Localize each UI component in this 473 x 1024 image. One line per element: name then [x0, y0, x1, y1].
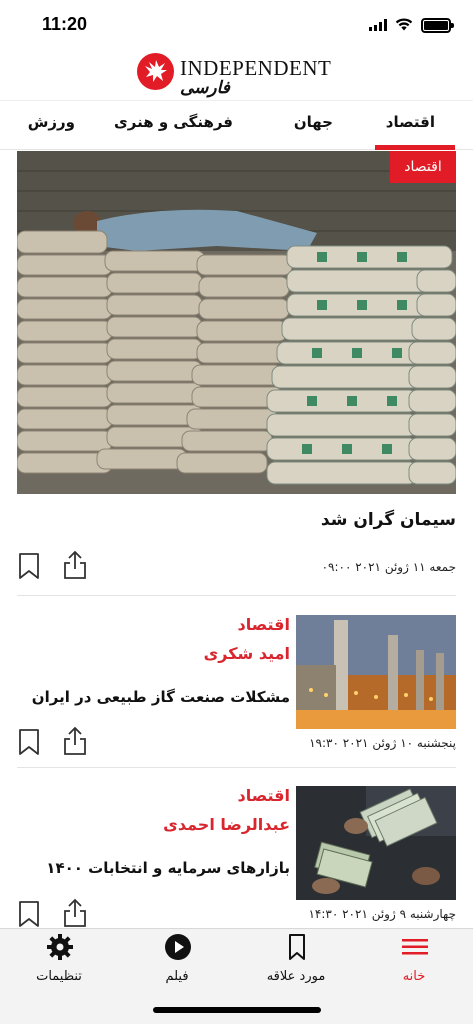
wifi-icon — [395, 16, 413, 35]
divider — [17, 767, 456, 768]
gear-icon — [46, 933, 74, 961]
article-title[interactable]: بازارهای سرمایه و انتخابات ۱۴۰۰ — [46, 859, 290, 877]
menu-icon — [401, 933, 429, 961]
nav-settings-label: تنظیمات — [36, 969, 82, 984]
share-icon[interactable] — [62, 550, 88, 580]
featured-image[interactable]: اقتصاد — [17, 151, 456, 494]
nav-favorites[interactable]: مورد علاقه — [237, 929, 355, 999]
nav-home-label: خانه — [402, 969, 426, 984]
battery-icon — [421, 18, 454, 33]
status-bar: 11:20 — [0, 0, 473, 50]
article-date: چهارشنبه ۹ ژوئن ۲۰۲۱ ۱۴:۳۰ — [308, 907, 456, 921]
bookmark-icon — [283, 933, 311, 961]
featured-title[interactable]: سیمان گران شد — [321, 510, 456, 530]
nav-favorites-label: مورد علاقه — [266, 969, 326, 984]
article-thumbnail[interactable] — [296, 615, 456, 729]
cement-bags-photo — [17, 151, 456, 494]
tab-economy[interactable]: اقتصاد — [386, 113, 435, 131]
bookmark-icon[interactable] — [17, 900, 43, 928]
bookmark-icon[interactable] — [17, 552, 43, 582]
nav-settings[interactable]: تنظیمات — [0, 929, 118, 999]
status-time: 11:20 — [42, 14, 88, 34]
gas-refinery-photo — [296, 615, 456, 729]
article-date: پنجشنبه ۱۰ ژوئن ۲۰۲۱ ۱۹:۳۰ — [309, 736, 456, 750]
tab-culture-art[interactable]: فرهنگی و هنری — [114, 113, 233, 131]
cash-money-photo — [296, 786, 456, 900]
news-feed[interactable]: اقتصاد سیمان گران شد جمعه ۱۱ ژوئن ۲۰۲۱ ۰… — [0, 150, 473, 928]
nav-home[interactable]: خانه — [355, 929, 473, 999]
play-icon — [164, 933, 192, 961]
article-thumbnail[interactable] — [296, 786, 456, 900]
share-icon[interactable] — [62, 726, 88, 756]
brand-subtitle: فارسی — [180, 78, 230, 98]
bookmark-icon[interactable] — [17, 728, 43, 758]
eagle-logo-icon — [137, 53, 174, 90]
article-category[interactable]: اقتصاد — [238, 615, 290, 634]
article-category[interactable]: اقتصاد — [238, 786, 290, 805]
article-title[interactable]: مشکلات صنعت گاز طبیعی در ایران — [32, 688, 290, 706]
share-icon[interactable] — [62, 898, 88, 928]
signal-icon — [369, 16, 387, 35]
featured-category-badge[interactable]: اقتصاد — [390, 151, 456, 183]
article-author[interactable]: عبدالرضا احمدی — [163, 815, 290, 834]
nav-video-label: فیلم — [165, 969, 189, 984]
article-author[interactable]: امید شکری — [204, 644, 290, 663]
featured-date: جمعه ۱۱ ژوئن ۲۰۲۱ ۰۹:۰۰ — [321, 560, 456, 574]
home-indicator — [153, 1007, 321, 1013]
status-icons — [369, 16, 454, 35]
category-tabs: اقتصاد جهان فرهنگی و هنری ورزش — [0, 100, 473, 150]
brand-header: INDEPENDENT فارسی — [0, 50, 473, 100]
divider — [17, 595, 456, 596]
nav-video[interactable]: فیلم — [118, 929, 236, 999]
tab-world[interactable]: جهان — [294, 113, 333, 131]
tab-sports[interactable]: ورزش — [28, 113, 75, 131]
